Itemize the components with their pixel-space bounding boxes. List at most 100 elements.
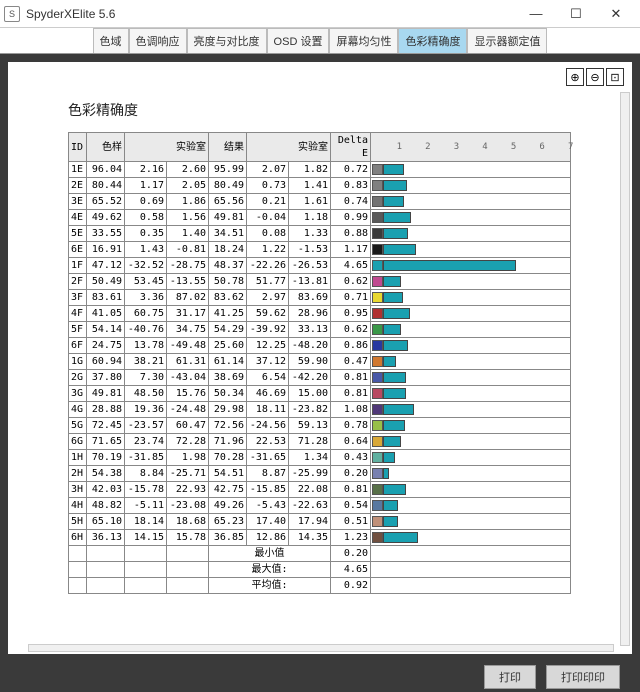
cell-r2: 37.12	[247, 354, 289, 370]
cell-bar	[371, 514, 571, 530]
cell-s1: 72.45	[87, 418, 125, 434]
col-bars: 1234567	[371, 133, 571, 162]
cell-s2: 19.36	[125, 402, 167, 418]
tab-6[interactable]: 显示器额定值	[467, 28, 547, 53]
cell-id: 5H	[69, 514, 87, 530]
cell-id: 4F	[69, 306, 87, 322]
table-row: 1E96.042.162.6095.992.071.820.72	[69, 162, 571, 178]
summary-value: 0.20	[331, 546, 371, 562]
cell-r2: 46.69	[247, 386, 289, 402]
cell-id: 3H	[69, 482, 87, 498]
cell-bar	[371, 434, 571, 450]
cell-s1: 50.49	[87, 274, 125, 290]
cell-r3: 1.41	[289, 178, 331, 194]
cell-bar	[371, 418, 571, 434]
cell-bar	[371, 258, 571, 274]
scrollbar-vertical[interactable]	[620, 92, 630, 646]
cell-delta: 0.83	[331, 178, 371, 194]
cell-r2: 0.73	[247, 178, 289, 194]
cell-delta: 0.43	[331, 450, 371, 466]
cell-bar	[371, 466, 571, 482]
cell-s2: 0.35	[125, 226, 167, 242]
table-row: 6G71.6523.7472.2871.9622.5371.280.64	[69, 434, 571, 450]
cell-delta: 1.23	[331, 530, 371, 546]
close-button[interactable]: ✕	[596, 0, 636, 28]
cell-r3: 22.08	[289, 482, 331, 498]
cell-bar	[371, 290, 571, 306]
cell-s1: 42.03	[87, 482, 125, 498]
cell-s2: -40.76	[125, 322, 167, 338]
cell-s1: 70.19	[87, 450, 125, 466]
zoom-fit-icon[interactable]: ⊡	[606, 68, 624, 86]
tab-5[interactable]: 色彩精确度	[398, 28, 467, 53]
table-row: 3E65.520.691.8665.560.211.610.74	[69, 194, 571, 210]
cell-r2: -39.92	[247, 322, 289, 338]
col-delta: Delta E	[331, 133, 371, 162]
delta-bar	[383, 324, 401, 335]
cell-r3: -48.20	[289, 338, 331, 354]
cell-r1: 72.56	[209, 418, 247, 434]
cell-s2: 7.30	[125, 370, 167, 386]
cell-s1: 28.88	[87, 402, 125, 418]
table-row: 5G72.45-23.5760.4772.56-24.5659.130.78	[69, 418, 571, 434]
report-page: ⊕ ⊖ ⊡ 色彩精确度 ID 色样 实验室 结果 实验室 Delta E 123…	[8, 62, 632, 654]
cell-s3: 1.56	[167, 210, 209, 226]
cell-s1: 47.12	[87, 258, 125, 274]
tab-4[interactable]: 屏幕均匀性	[329, 28, 398, 53]
cell-r3: -1.53	[289, 242, 331, 258]
cell-s1: 83.61	[87, 290, 125, 306]
color-swatch	[372, 276, 383, 287]
cell-r1: 71.96	[209, 434, 247, 450]
cell-r3: 1.18	[289, 210, 331, 226]
table-row: 3G49.8148.5015.7650.3446.6915.000.81	[69, 386, 571, 402]
tab-3[interactable]: OSD 设置	[267, 28, 330, 53]
table-row: 4E49.620.581.5649.81-0.041.180.99	[69, 210, 571, 226]
cell-s1: 36.13	[87, 530, 125, 546]
table-row: 3H42.03-15.7822.9342.75-15.8522.080.81	[69, 482, 571, 498]
minimize-button[interactable]: —	[516, 0, 556, 28]
summary-label: 最小值	[209, 546, 331, 562]
cell-r2: -15.85	[247, 482, 289, 498]
cell-s2: 14.15	[125, 530, 167, 546]
delta-bar	[383, 436, 401, 447]
print-alt-button[interactable]: 打印印印	[546, 665, 620, 689]
cell-s3: 61.31	[167, 354, 209, 370]
cell-s1: 96.04	[87, 162, 125, 178]
cell-id: 3F	[69, 290, 87, 306]
cell-r2: 51.77	[247, 274, 289, 290]
cell-s3: 31.17	[167, 306, 209, 322]
delta-bar	[383, 164, 404, 175]
cell-s3: 15.78	[167, 530, 209, 546]
color-swatch	[372, 388, 383, 399]
cell-r1: 61.14	[209, 354, 247, 370]
print-button[interactable]: 打印	[484, 665, 536, 689]
table-row: 4F41.0560.7531.1741.2559.6228.960.95	[69, 306, 571, 322]
cell-id: 6H	[69, 530, 87, 546]
cell-r1: 65.23	[209, 514, 247, 530]
cell-delta: 0.81	[331, 482, 371, 498]
cell-r1: 50.34	[209, 386, 247, 402]
cell-r1: 65.56	[209, 194, 247, 210]
cell-id: 2F	[69, 274, 87, 290]
cell-s1: 33.55	[87, 226, 125, 242]
scrollbar-horizontal[interactable]	[28, 644, 614, 652]
cell-r2: -0.04	[247, 210, 289, 226]
zoom-in-icon[interactable]: ⊕	[566, 68, 584, 86]
table-row: 5E33.550.351.4034.510.081.330.88	[69, 226, 571, 242]
cell-s3: 1.40	[167, 226, 209, 242]
cell-s3: 1.98	[167, 450, 209, 466]
tick-label: 1	[397, 141, 402, 154]
tick-label: 3	[454, 141, 459, 154]
cell-bar	[371, 194, 571, 210]
tab-1[interactable]: 色调响应	[129, 28, 187, 53]
cell-bar	[371, 386, 571, 402]
tab-0[interactable]: 色域	[93, 28, 129, 53]
cell-bar	[371, 162, 571, 178]
tick-label: 4	[482, 141, 487, 154]
zoom-out-icon[interactable]: ⊖	[586, 68, 604, 86]
tab-2[interactable]: 亮度与对比度	[187, 28, 267, 53]
cell-s1: 60.94	[87, 354, 125, 370]
maximize-button[interactable]: ☐	[556, 0, 596, 28]
cell-s3: -13.55	[167, 274, 209, 290]
table-row: 6E16.911.43-0.8118.241.22-1.531.17	[69, 242, 571, 258]
